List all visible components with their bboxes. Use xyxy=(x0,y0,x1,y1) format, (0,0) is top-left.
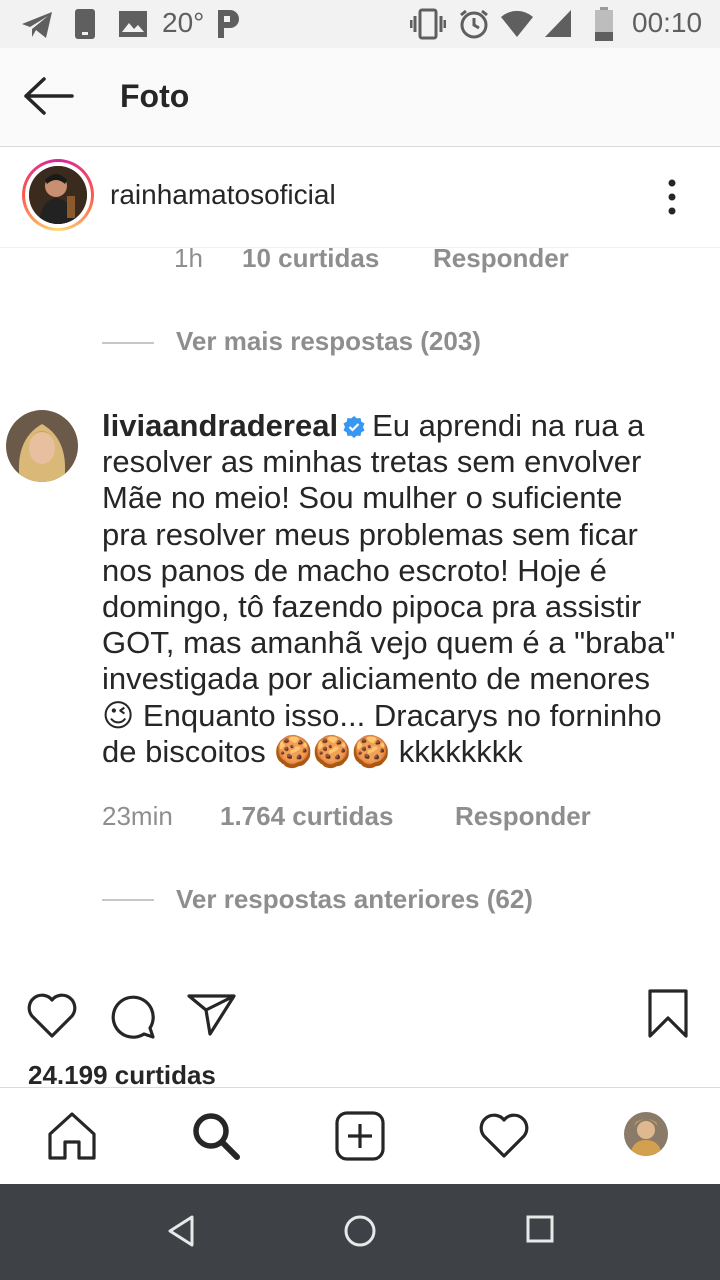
comment-line: 😉 Enquanto isso... Dracarys no forninho xyxy=(102,697,662,733)
prev-reply-button[interactable]: Responder xyxy=(433,243,569,274)
parking-icon xyxy=(218,10,239,38)
temperature-text: 20° xyxy=(162,7,205,38)
search-icon[interactable] xyxy=(190,1110,242,1162)
comment-meta: 23min 1.764 curtidas Responder xyxy=(0,801,720,835)
vibrate-icon xyxy=(410,8,446,40)
comment-line: Mãe no meio! Sou mulher o suficiente xyxy=(102,480,623,516)
add-post-icon[interactable] xyxy=(334,1110,386,1162)
comment-line: de biscoitos 🍪🍪🍪 kkkkkkkk xyxy=(102,733,523,769)
phone-icon xyxy=(75,9,95,39)
battery-icon xyxy=(595,7,613,41)
signal-icon xyxy=(545,10,571,37)
comment-line: investigada por aliciamento de menores xyxy=(102,661,650,697)
view-previous-replies-link[interactable]: Ver respostas anteriores (62) xyxy=(176,884,533,915)
comment-line: Eu aprendi na rua a xyxy=(372,408,645,443)
comment-text: liviaandradereal Eu aprendi na rua a reso… xyxy=(102,408,720,770)
activity-heart-icon[interactable] xyxy=(478,1110,530,1162)
view-more-replies-link[interactable]: Ver mais respostas (203) xyxy=(176,326,481,357)
arrow-left-icon[interactable] xyxy=(20,76,76,116)
back-triangle-icon[interactable] xyxy=(166,1214,196,1248)
share-send-icon[interactable] xyxy=(186,990,238,1038)
prev-reply-likes[interactable]: 10 curtidas xyxy=(242,243,379,274)
prev-reply-meta: 1h 10 curtidas Responder xyxy=(0,243,720,277)
image-icon xyxy=(119,11,147,37)
home-icon[interactable] xyxy=(46,1110,98,1162)
like-heart-icon[interactable] xyxy=(26,992,78,1040)
more-vertical-icon[interactable] xyxy=(660,177,684,217)
comment-bubble-icon[interactable] xyxy=(106,990,158,1042)
bookmark-icon[interactable] xyxy=(646,988,690,1040)
post-header: rainhamatosoficial xyxy=(0,147,720,248)
comment-line: GOT, mas amanhã vejo quem é a "braba" xyxy=(102,625,676,661)
comment-likes[interactable]: 1.764 curtidas xyxy=(220,801,393,832)
app-bar: Foto xyxy=(0,48,720,147)
avatar[interactable] xyxy=(29,166,87,224)
wifi-icon xyxy=(501,10,533,37)
divider xyxy=(102,899,154,901)
comment-username[interactable]: liviaandradereal xyxy=(102,408,338,443)
alarm-icon xyxy=(460,9,488,39)
comment-line: nos panos de macho escroto! Hoje é xyxy=(102,552,607,588)
comment-time: 23min xyxy=(102,801,173,831)
clock: 00:10 xyxy=(632,7,703,38)
comment-line: pra resolver meus problemas sem ficar xyxy=(102,516,638,552)
recents-square-icon[interactable] xyxy=(525,1214,555,1244)
story-ring[interactable] xyxy=(22,159,94,231)
tab-bar xyxy=(0,1087,720,1184)
home-circle-icon[interactable] xyxy=(343,1214,377,1248)
telegram-icon xyxy=(22,12,52,38)
comment-line: domingo, tô fazendo pipoca pra assistir xyxy=(102,589,642,625)
system-nav-bar xyxy=(0,1184,720,1280)
divider xyxy=(102,342,154,344)
comment-reply-button[interactable]: Responder xyxy=(455,801,591,832)
comment-line: resolver as minhas tretas sem envolver xyxy=(102,444,642,480)
page-title: Foto xyxy=(120,78,190,114)
verified-badge-icon xyxy=(343,416,365,438)
status-bar: 20° 00:10 xyxy=(0,0,720,48)
prev-reply-time: 1h xyxy=(174,243,203,273)
comment-avatar[interactable] xyxy=(6,410,78,482)
post-username[interactable]: rainhamatosoficial xyxy=(110,179,336,211)
profile-avatar[interactable] xyxy=(624,1112,668,1156)
